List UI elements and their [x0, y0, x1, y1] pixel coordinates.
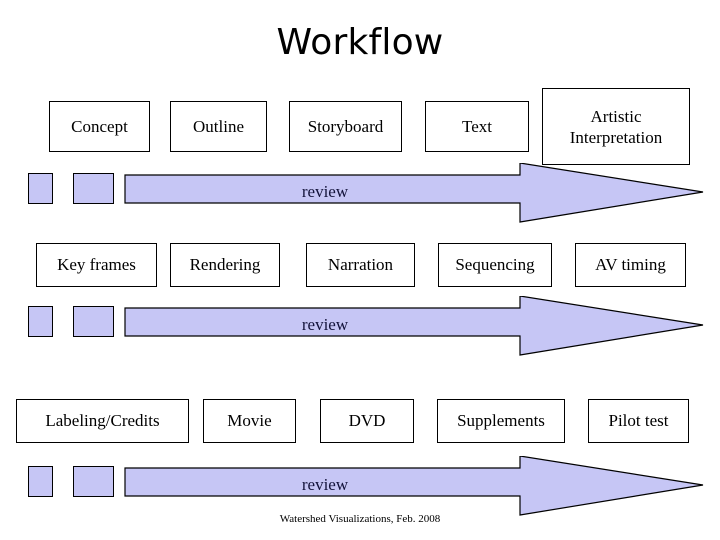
stage-box-movie[interactable]: Movie: [203, 399, 296, 443]
footer-credit: Watershed Visualizations, Feb. 2008: [279, 513, 441, 525]
stage-box-pilot-test[interactable]: Pilot test: [588, 399, 689, 443]
page-title: Workflow: [276, 22, 444, 63]
stage-box-narration[interactable]: Narration: [306, 243, 415, 287]
marker-square-small: [28, 306, 53, 337]
review-arrow[interactable]: [120, 296, 708, 356]
stage-box-labeling-credits[interactable]: Labeling/Credits: [16, 399, 189, 443]
stage-box-label: Movie: [227, 411, 272, 430]
stage-box-storyboard[interactable]: Storyboard: [289, 101, 402, 152]
stage-box-label: Concept: [71, 116, 128, 136]
review-arrow-shape: [124, 456, 704, 516]
stage-box-concept[interactable]: Concept: [49, 101, 150, 152]
stage-box-label: Key frames: [57, 255, 136, 274]
review-band-row-1: review: [0, 163, 720, 223]
workflow-slide: Workflow Concept Outline Storyboard Text…: [0, 0, 720, 540]
marker-square-small: [28, 466, 53, 497]
stage-box-supplements[interactable]: Supplements: [437, 399, 565, 443]
stage-box-label: Outline: [193, 116, 244, 136]
review-band-row-2: review: [0, 296, 720, 356]
stage-box-rendering[interactable]: Rendering: [170, 243, 280, 287]
stage-box-outline[interactable]: Outline: [170, 101, 267, 152]
marker-square-large: [73, 306, 114, 337]
stage-box-label: AV timing: [595, 255, 666, 274]
stage-box-label: Storyboard: [307, 116, 384, 136]
review-arrow-shape: [124, 163, 704, 223]
stage-box-label: Narration: [327, 255, 394, 274]
marker-square-large: [73, 466, 114, 497]
marker-square-large: [73, 173, 114, 204]
stage-box-key-frames[interactable]: Key frames: [36, 243, 157, 287]
stage-box-label: Text: [462, 116, 492, 136]
stage-box-artistic-interpretation[interactable]: Artistic Interpretation: [542, 88, 690, 165]
review-arrow[interactable]: [120, 163, 708, 223]
stage-box-label: Artistic Interpretation: [569, 106, 663, 147]
stage-box-sequencing[interactable]: Sequencing: [438, 243, 552, 287]
stage-box-av-timing[interactable]: AV timing: [575, 243, 686, 287]
review-arrow[interactable]: [120, 456, 708, 516]
review-arrow-shape: [124, 296, 704, 356]
stage-box-text[interactable]: Text: [425, 101, 529, 152]
marker-square-small: [28, 173, 53, 204]
stage-box-label: Supplements: [457, 411, 545, 430]
stage-box-label: Sequencing: [455, 255, 535, 274]
stage-box-label: Pilot test: [608, 411, 669, 430]
stage-box-label: Rendering: [189, 255, 261, 274]
review-band-row-3: review: [0, 456, 720, 516]
stage-box-dvd[interactable]: DVD: [320, 399, 414, 443]
stage-box-label: Labeling/Credits: [45, 411, 160, 430]
stage-box-label: DVD: [348, 411, 386, 430]
